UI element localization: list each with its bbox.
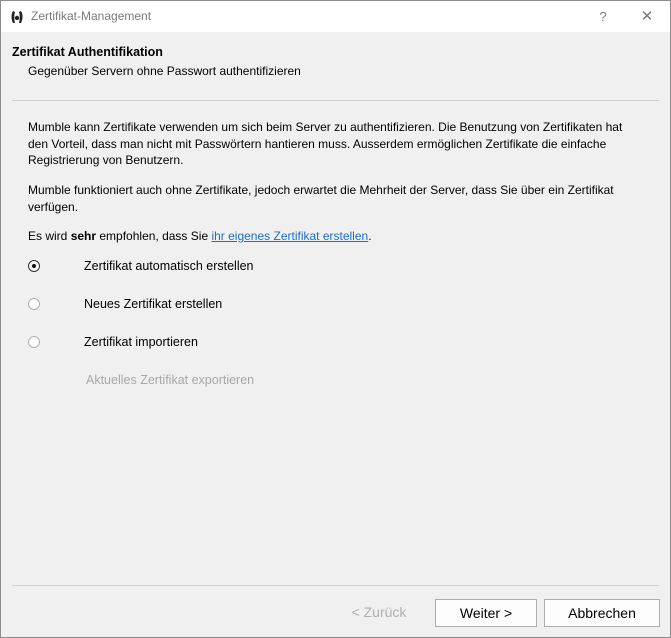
option-auto-create[interactable]: Zertifikat automatisch erstellen xyxy=(27,259,427,277)
radio-selected-dot xyxy=(32,264,36,268)
recommend-middle: empfohlen, dass Sie xyxy=(96,229,212,243)
mumble-logo-icon xyxy=(10,9,24,25)
recommend-emphasis: sehr xyxy=(70,229,97,243)
option-import-certificate-label[interactable]: Zertifikat importieren xyxy=(84,335,198,349)
radio-new-certificate[interactable] xyxy=(28,298,40,310)
window-title: Zertifikat-Management xyxy=(31,9,152,23)
cancel-button[interactable]: Abbrechen xyxy=(544,599,660,627)
certificate-wizard-window: Zertifikat-Management ? ✕ Zertifikat Aut… xyxy=(0,0,671,638)
page-title: Zertifikat Authentifikation xyxy=(12,45,163,59)
radio-auto-create[interactable] xyxy=(28,260,40,272)
recommend-suffix: . xyxy=(368,229,372,243)
help-icon[interactable]: ? xyxy=(591,7,615,27)
option-new-certificate[interactable]: Neues Zertifikat erstellen xyxy=(27,297,427,315)
title-bar[interactable]: Zertifikat-Management ? ✕ xyxy=(1,1,670,32)
close-icon[interactable]: ✕ xyxy=(635,7,659,27)
header-divider xyxy=(12,100,659,101)
option-auto-create-label[interactable]: Zertifikat automatisch erstellen xyxy=(84,259,254,273)
create-certificate-link[interactable]: ihr eigenes Zertifikat erstellen xyxy=(211,229,368,243)
footer-divider xyxy=(12,585,659,586)
info-paragraph: Mumble funktioniert auch ohne Zertifikat… xyxy=(28,183,614,214)
page-subtitle: Gegenüber Servern ohne Passwort authenti… xyxy=(28,64,301,78)
radio-import-certificate[interactable] xyxy=(28,336,40,348)
wizard-header: Zertifikat Authentifikation Gegenüber Se… xyxy=(1,32,670,92)
option-export-certificate-disabled: Aktuelles Zertifikat exportieren xyxy=(86,373,255,387)
option-new-certificate-label[interactable]: Neues Zertifikat erstellen xyxy=(84,297,222,311)
recommendation-text: Es wird sehr empfohlen, dass Sie ihr eig… xyxy=(28,228,628,245)
intro-paragraph: Mumble kann Zertifikate verwenden um sic… xyxy=(28,120,623,167)
recommend-prefix: Es wird xyxy=(28,229,71,243)
option-import-certificate[interactable]: Zertifikat importieren xyxy=(27,335,427,353)
back-button: < Zurück xyxy=(351,604,407,620)
next-button[interactable]: Weiter > xyxy=(435,599,537,627)
